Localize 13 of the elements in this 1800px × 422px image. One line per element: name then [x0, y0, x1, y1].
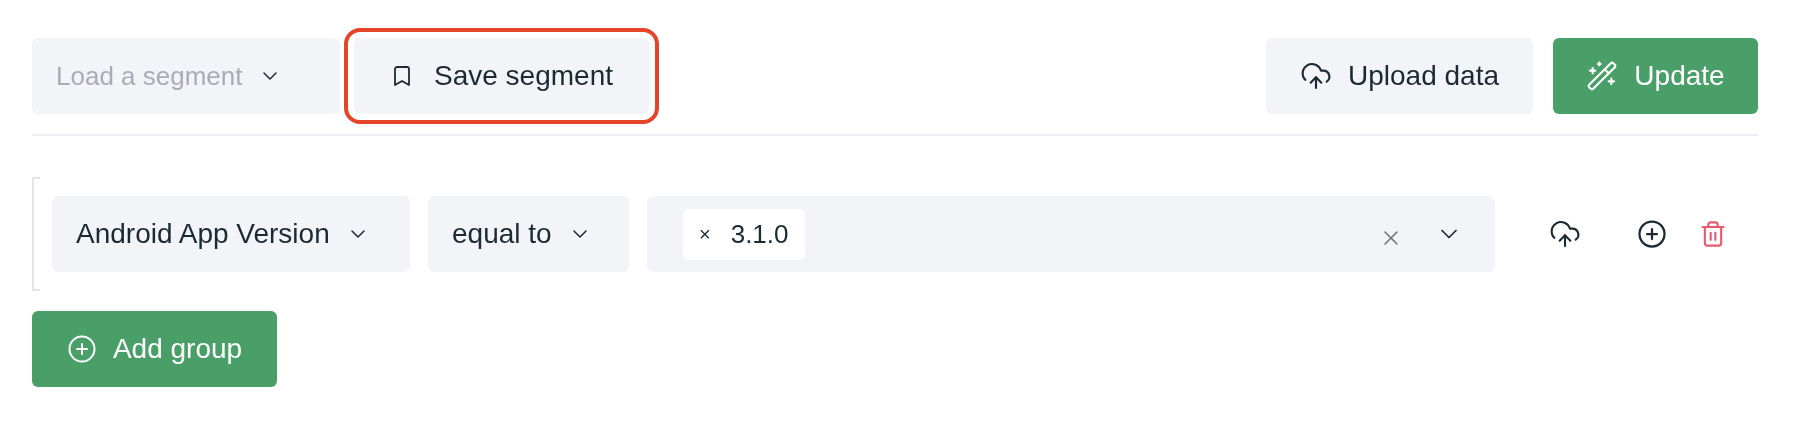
delete-icon[interactable] [1699, 218, 1727, 250]
values-field[interactable]: × 3.1.0 [647, 196, 1495, 272]
operator-dropdown[interactable]: equal to [428, 196, 629, 272]
save-segment-button[interactable]: Save segment [354, 38, 649, 114]
cloud-upload-icon [1300, 60, 1332, 92]
add-icon [66, 334, 97, 364]
cloud-upload-icon[interactable] [1549, 218, 1581, 250]
remove-tag-button[interactable]: × [699, 219, 711, 249]
upload-data-button[interactable]: Upload data [1266, 38, 1533, 114]
add-icon[interactable] [1637, 219, 1667, 249]
field-dropdown[interactable]: Android App Version [52, 196, 410, 272]
magic-wand-icon [1586, 60, 1619, 92]
tag-label: 3.1.0 [730, 217, 789, 251]
